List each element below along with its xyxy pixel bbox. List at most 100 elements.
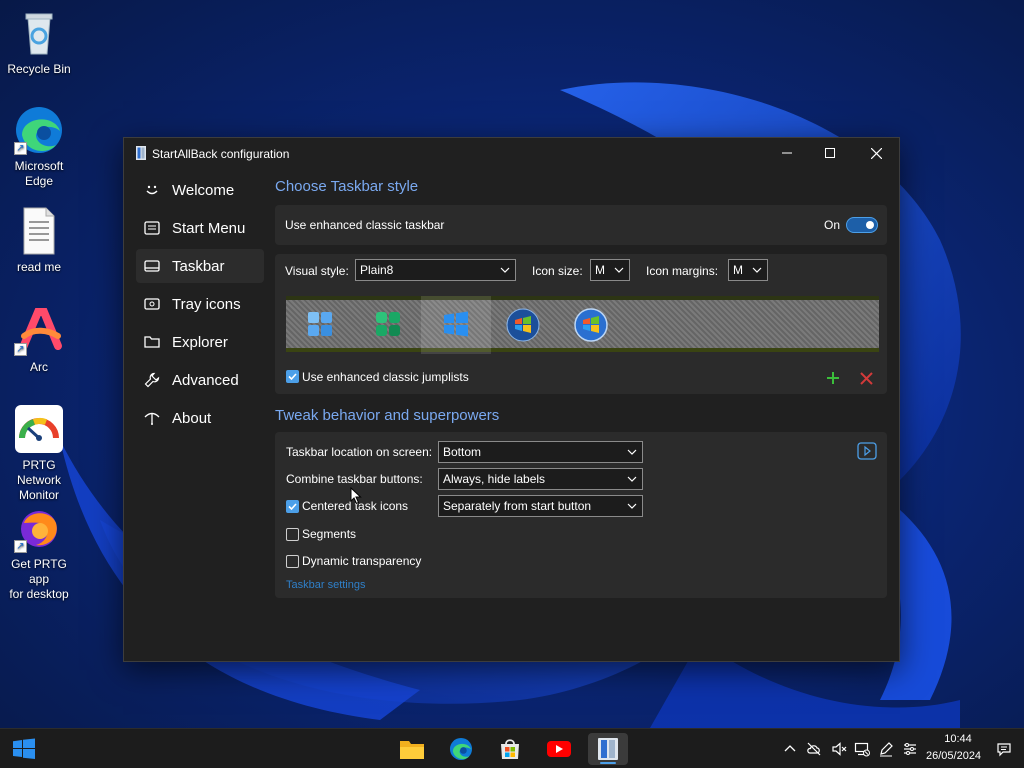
sidebar-item-advanced[interactable]: Advanced xyxy=(136,363,264,397)
centered-mode-select[interactable]: Separately from start button xyxy=(438,495,643,517)
sidebar-item-tray-icons[interactable]: Tray icons xyxy=(136,287,264,321)
enhanced-taskbar-label: Use enhanced classic taskbar xyxy=(285,218,445,232)
wrench-icon xyxy=(142,370,162,390)
window-title: StartAllBack configuration xyxy=(152,147,290,161)
sidebar-item-about[interactable]: About xyxy=(136,401,264,435)
sidebar-item-label: Start Menu xyxy=(172,219,246,237)
taskbar-location-select[interactable]: Bottom xyxy=(438,441,643,463)
desktop-icon-label: read me xyxy=(16,260,62,274)
title-bar[interactable]: StartAllBack configuration xyxy=(124,138,899,168)
cloud-offline-icon[interactable] xyxy=(806,741,822,757)
add-style-icon[interactable] xyxy=(826,371,840,385)
taskbar-icon xyxy=(142,256,162,276)
edge-icon: ↗ xyxy=(14,105,64,155)
windows-7-orb-icon[interactable] xyxy=(506,308,540,342)
sidebar-item-explorer[interactable]: Explorer xyxy=(136,325,264,359)
chevron-down-icon xyxy=(614,267,624,273)
centered-icons-checkbox[interactable] xyxy=(286,500,299,513)
mouse-cursor-icon xyxy=(350,487,362,505)
desktop-icon-label: PRTG Network Monitor xyxy=(16,458,61,502)
taskbar-style-preview xyxy=(286,296,879,354)
minimize-icon xyxy=(782,152,792,154)
startallback-app-icon xyxy=(598,738,618,760)
icon-size-select[interactable]: M xyxy=(590,259,630,281)
desktop-icon-prtg-network-monitor[interactable]: PRTG Network Monitor xyxy=(0,404,78,503)
maximize-button[interactable] xyxy=(807,138,853,168)
chevron-down-icon xyxy=(627,476,637,482)
text-document-icon xyxy=(14,206,64,256)
desktop-icon-label: Microsoft Edge xyxy=(14,159,64,188)
checkmark-icon xyxy=(288,503,297,511)
about-icon xyxy=(142,408,162,428)
icon-margins-select[interactable]: M xyxy=(728,259,768,281)
windows-11-start-icon[interactable] xyxy=(306,310,334,338)
desktop-icon-microsoft-edge[interactable]: ↗ Microsoft Edge xyxy=(0,105,78,189)
show-hidden-icons-chevron-up-icon[interactable] xyxy=(782,741,798,757)
clock-date[interactable]: 26/05/2024 xyxy=(926,750,981,762)
startallback-configuration-window: StartAllBack configuration Welcome Start… xyxy=(123,137,900,662)
combine-buttons-select[interactable]: Always, hide labels xyxy=(438,468,643,490)
desktop-icon-label: Arc xyxy=(30,360,48,374)
visual-style-label: Visual style: xyxy=(285,264,349,278)
chevron-down-icon xyxy=(627,449,637,455)
shortcut-arrow-icon: ↗ xyxy=(14,540,27,553)
minimize-button[interactable] xyxy=(764,138,810,168)
edge-icon xyxy=(449,737,473,761)
desktop-icon-read-me[interactable]: read me xyxy=(0,206,78,275)
youtube-icon xyxy=(547,741,571,757)
chevron-down-icon xyxy=(627,503,637,509)
dynamic-transparency-label: Dynamic transparency xyxy=(302,554,422,568)
enhanced-taskbar-state: On xyxy=(824,218,841,232)
microsoft-store-icon xyxy=(501,739,519,759)
section-heading-behavior: Tweak behavior and superpowers xyxy=(275,407,500,424)
remove-style-icon[interactable] xyxy=(860,372,873,385)
chevron-down-icon xyxy=(752,267,762,273)
visual-style-select[interactable]: Plain8 xyxy=(355,259,516,281)
windows-vista-orb-icon[interactable] xyxy=(574,308,608,342)
shortcut-arrow-icon: ↗ xyxy=(14,343,27,356)
icon-size-label: Icon size: xyxy=(532,264,583,278)
arc-browser-icon: ↗ xyxy=(14,306,64,356)
sidebar-item-label: Taskbar xyxy=(172,257,225,275)
segments-checkbox[interactable] xyxy=(286,528,299,541)
windows-10-start-icon[interactable] xyxy=(442,310,470,338)
tray-icon xyxy=(142,294,162,314)
taskbar xyxy=(0,728,1024,768)
clock-time[interactable]: 10:44 xyxy=(940,733,976,745)
checkmark-icon xyxy=(288,373,297,381)
jumplists-checkbox[interactable] xyxy=(286,370,299,383)
taskbar-startallback-config[interactable] xyxy=(588,733,628,765)
close-icon xyxy=(870,147,882,159)
sidebar-item-taskbar[interactable]: Taskbar xyxy=(136,249,264,283)
notifications-icon[interactable] xyxy=(996,741,1012,757)
desktop-icon-label: Recycle Bin xyxy=(7,62,71,76)
speaker-muted-icon[interactable] xyxy=(831,741,847,757)
taskbar-microsoft-edge[interactable] xyxy=(441,733,481,765)
sidebar-item-welcome[interactable]: Welcome xyxy=(136,173,264,207)
sidebar-item-label: Explorer xyxy=(172,333,228,351)
taskbar-settings-link[interactable]: Taskbar settings xyxy=(286,579,365,591)
dynamic-transparency-checkbox[interactable] xyxy=(286,555,299,568)
sidebar-item-label: About xyxy=(172,409,212,427)
pen-icon[interactable] xyxy=(878,741,894,757)
network-disconnected-icon[interactable] xyxy=(854,741,870,757)
smiley-icon xyxy=(142,180,162,200)
shortcut-arrow-icon: ↗ xyxy=(14,142,27,155)
start-button[interactable] xyxy=(4,733,44,765)
taskbar-file-explorer[interactable] xyxy=(392,733,432,765)
settings-sliders-icon[interactable] xyxy=(902,741,918,757)
combine-label: Combine taskbar buttons: xyxy=(286,472,423,486)
taskbar-microsoft-store[interactable] xyxy=(490,733,530,765)
jumplists-label: Use enhanced classic jumplists xyxy=(302,370,469,384)
desktop-icon-arc[interactable]: ↗ Arc xyxy=(0,306,78,375)
sidebar-item-start-menu[interactable]: Start Menu xyxy=(136,211,264,245)
taskbar-youtube[interactable] xyxy=(539,733,579,765)
close-button[interactable] xyxy=(853,138,899,168)
desktop-icon-get-prtg-app[interactable]: ↗ Get PRTG app for desktop xyxy=(0,503,78,602)
green-start-icon[interactable] xyxy=(374,310,402,338)
desktop-icon-recycle-bin[interactable]: Recycle Bin xyxy=(0,8,78,77)
enhanced-taskbar-toggle[interactable] xyxy=(846,217,878,233)
maximize-icon xyxy=(825,148,835,158)
start-menu-icon xyxy=(142,218,162,238)
play-video-icon[interactable] xyxy=(857,442,877,460)
